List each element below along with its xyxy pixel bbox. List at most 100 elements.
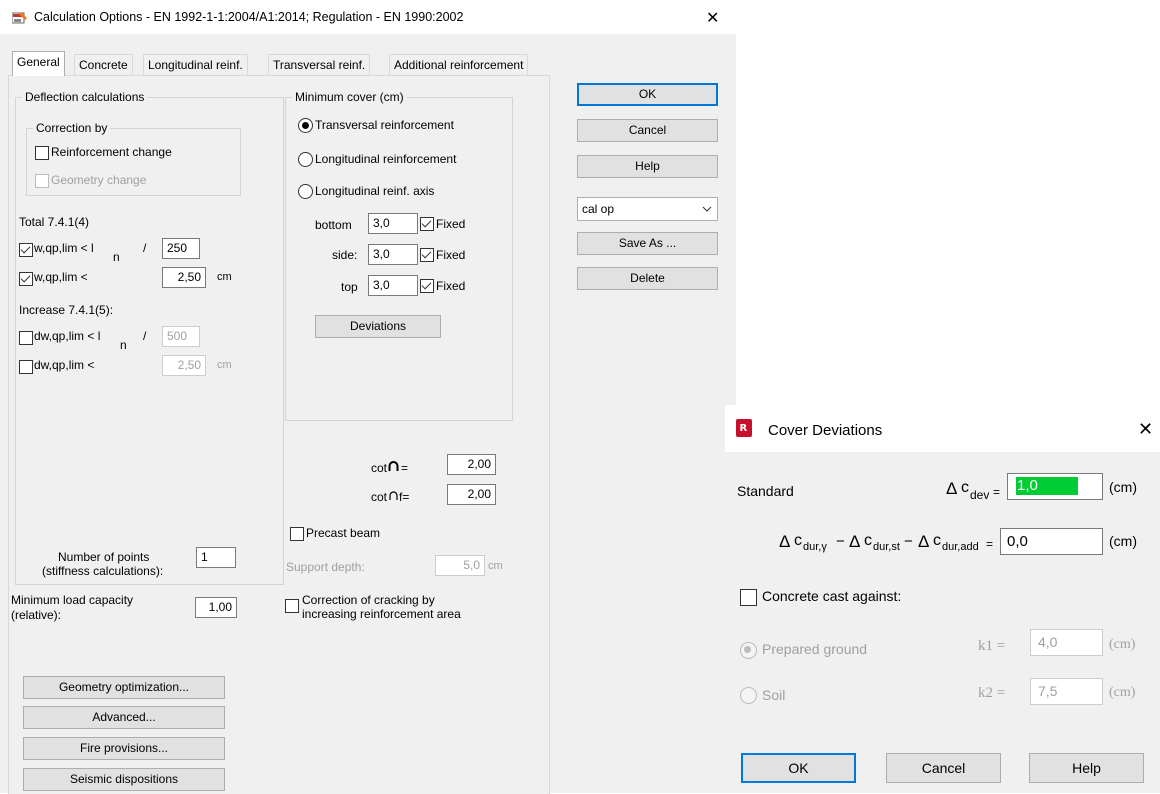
dev-sub: dev [970,488,990,502]
reinforcement-change-checkbox[interactable] [35,146,49,160]
general-tab-page: Deflection calculations Correction by Re… [8,75,550,794]
k1-label: k1 = [978,638,1006,654]
k1-input: 4,0 [1030,629,1103,656]
k2-unit: (cm) [1109,685,1136,700]
tab-longitudinal-reinf[interactable]: Longitudinal reinf. [143,54,248,75]
precast-beam-checkbox[interactable] [290,527,304,541]
w-ratio-checkbox[interactable] [19,243,33,257]
dur-eq: = [986,537,994,551]
tab-transversal-reinf[interactable]: Transversal reinf. [268,54,371,75]
min-load-label-1: Minimum load capacity [11,593,134,607]
seismic-dispositions-button[interactable]: Seismic dispositions [23,768,225,791]
concrete-cast-label: Concrete cast against: [762,588,902,604]
dur-gamma-sub: dur,γ [803,541,827,553]
side-label: side: [332,248,358,262]
dialog-help-button[interactable]: Help [1029,753,1144,783]
w-abs-input[interactable]: 2,50 [162,267,206,288]
w-ratio-input[interactable]: 250 [162,238,200,259]
dialog-title: Cover Deviations [768,422,883,439]
dev-input[interactable]: 1,0 [1007,473,1103,500]
standard-label: Standard [737,483,794,499]
w-abs-label: w,qp,lim < [34,270,88,284]
dur-st-sub: dur,st [873,541,900,553]
close-icon[interactable]: ✕ [706,8,719,28]
longitudinal-radio[interactable] [298,152,313,167]
top-fixed-label: Fixed [436,279,466,293]
preset-select-value: cal op [582,202,615,216]
w-ratio-sub: n [113,250,120,264]
dev-eq: = [993,485,1001,499]
dialog-close-icon[interactable]: ✕ [1138,419,1153,440]
transversal-radio[interactable] [298,118,313,133]
cracking-correction-checkbox[interactable] [285,599,299,613]
k2-input: 7,5 [1030,678,1103,705]
top-cover-input[interactable]: 3,0 [368,275,418,296]
soil-label: Soil [762,687,786,703]
tab-general[interactable]: General [12,51,65,76]
geometry-optimization-button[interactable]: Geometry optimization... [23,676,225,699]
cracking-label-1: Correction of cracking by [302,593,435,607]
svg-text:R: R [740,423,748,434]
bottom-fixed-checkbox[interactable] [420,217,434,231]
w-abs-checkbox[interactable] [19,272,33,286]
app-icon [12,12,27,24]
points-label-1: Number of points [58,550,150,564]
cotf-input[interactable]: 2,00 [447,484,496,505]
window-title: Calculation Options - EN 1992-1-1:2004/A… [34,10,464,24]
c-dur-add-label: c [933,532,941,549]
save-as-button[interactable]: Save As ... [577,232,718,255]
support-depth-label: Support depth: [286,560,365,574]
dw-ratio-checkbox[interactable] [19,331,33,345]
cot-label: cot [371,461,388,475]
ok-button[interactable]: OK [577,83,718,106]
side-cover-input[interactable]: 3,0 [368,244,418,265]
bottom-cover-input[interactable]: 3,0 [368,213,418,234]
points-input[interactable]: 1 [196,547,236,568]
dialog-cancel-button[interactable]: Cancel [886,753,1001,783]
cot-eq: = [401,461,409,475]
fire-provisions-button[interactable]: Fire provisions... [23,737,225,760]
delete-button[interactable]: Delete [577,267,718,290]
reinforcement-change-label: Reinforcement change [51,145,172,159]
side-fixed-label: Fixed [436,248,466,262]
minus-2: − [904,533,913,550]
dw-abs-checkbox[interactable] [19,360,33,374]
bottom-fixed-label: Fixed [436,217,466,231]
concrete-cast-checkbox[interactable] [740,589,757,606]
deviations-button[interactable]: Deviations [315,315,441,338]
advanced-button[interactable]: Advanced... [23,706,225,729]
dw-abs-unit: cm [217,359,232,371]
help-button[interactable]: Help [577,155,718,178]
deflection-group-title: Deflection calculations [22,90,148,104]
top-fixed-checkbox[interactable] [420,279,434,293]
dur-input[interactable]: 0,0 [1000,528,1103,555]
tab-additional-reinforcement[interactable]: Additional reinforcement [389,54,529,75]
preset-select[interactable]: cal op [577,197,718,221]
min-load-label-2: (relative): [11,608,62,622]
k1-unit: (cm) [1109,637,1136,652]
minus-1: − [836,533,845,550]
c-dev-label: c [961,479,969,496]
min-load-input[interactable]: 1,00 [195,597,237,618]
cracking-label-2: increasing reinforcement area [302,607,461,621]
tab-concrete[interactable]: Concrete [74,54,133,75]
dw-ratio-label: dw,qp,lim < l [34,329,101,343]
dur-unit: (cm) [1109,533,1137,549]
transversal-radio-label: Transversal reinforcement [315,118,454,132]
cancel-button[interactable]: Cancel [577,119,718,142]
delta-dur-st-symbol: Δ [849,532,861,551]
bottom-label: bottom [315,218,352,232]
correction-group: Correction by Reinforcement change Geome… [26,121,241,196]
side-fixed-checkbox[interactable] [420,248,434,262]
theta-arch-icon [388,461,399,471]
prepared-ground-label: Prepared ground [762,641,868,657]
dialog-body: Standard Δ c dev = 1,0 (cm) Δ c dur,γ − … [725,452,1160,793]
delta-dev-symbol: Δ [946,479,958,498]
axis-radio[interactable] [298,184,313,199]
support-depth-input: 5,0 [435,555,485,576]
c-dur-gamma-label: c [794,532,802,549]
top-label: top [341,280,358,294]
cot-input[interactable]: 2,00 [447,454,496,475]
deflection-group: Deflection calculations Correction by Re… [15,90,284,585]
dialog-ok-button[interactable]: OK [741,753,856,783]
